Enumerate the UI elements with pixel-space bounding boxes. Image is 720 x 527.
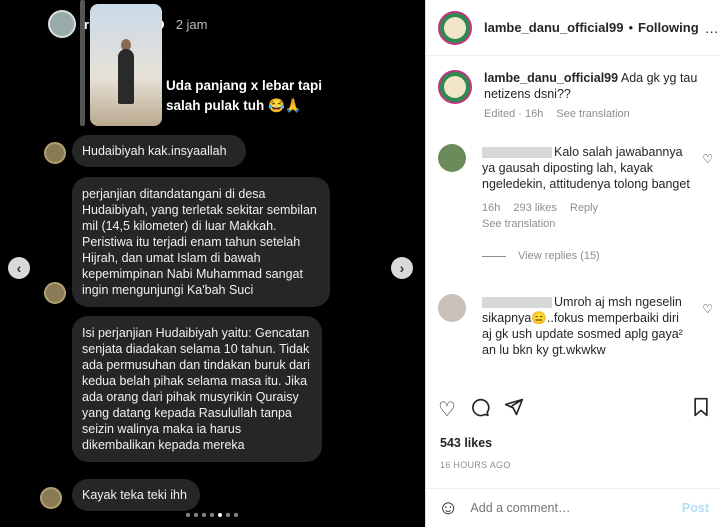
message-bubble: Kayak teka teki ihh <box>72 479 200 511</box>
caption-edited: Edited · 16h <box>484 108 544 120</box>
bookmark-icon[interactable] <box>692 397 710 423</box>
caption-username[interactable]: lambe_danu_official99 <box>484 71 618 85</box>
carousel-dot <box>210 513 214 517</box>
see-translation-link[interactable]: See translation <box>556 108 629 120</box>
caption-row: lambe_danu_official99 Ada gk yg tau neti… <box>438 70 713 120</box>
message-bubble: Hudaibiyah kak.insyaallah <box>72 135 246 167</box>
message-bubble: perjanjian ditandatangani di desa Hudaib… <box>72 177 330 307</box>
redacted-username <box>482 147 552 159</box>
comment-heart-icon[interactable]: ♡ <box>702 152 713 166</box>
add-comment-bar: ☺ Post <box>426 488 720 527</box>
story-thumbnail <box>90 4 162 126</box>
comment-input[interactable] <box>470 501 682 515</box>
sender-avatar <box>44 282 66 304</box>
comment-icon[interactable] <box>470 397 490 423</box>
sender-avatar <box>40 487 62 509</box>
replies-line <box>482 255 506 257</box>
caption-avatar[interactable] <box>438 70 472 104</box>
post-header: lambe_danu_official99 • Following … <box>426 0 720 56</box>
commenter-avatar[interactable] <box>438 144 466 172</box>
heart-icon[interactable]: ♡ <box>438 398 456 422</box>
carousel-dot <box>186 513 190 517</box>
likes-count[interactable]: 543 likes <box>440 436 492 450</box>
view-replies-button[interactable]: View replies (15) <box>482 250 692 262</box>
carousel-dot <box>226 513 230 517</box>
commenter-avatar[interactable] <box>438 294 466 322</box>
header-separator: • <box>628 20 634 35</box>
carousel-dot <box>194 513 198 517</box>
comment-body: Kalo salah jawabannya ya gausah dipostin… <box>482 144 692 262</box>
story-time: 2 jam <box>175 16 208 32</box>
story-avatar <box>48 10 76 38</box>
emoji-icon[interactable]: ☺ <box>438 497 458 520</box>
comment-heart-icon[interactable]: ♡ <box>702 302 713 316</box>
caption-body: lambe_danu_official99 Ada gk yg tau neti… <box>484 70 704 120</box>
reply-button[interactable]: Reply <box>570 202 598 214</box>
more-options-icon[interactable]: … <box>705 20 719 36</box>
action-bar: ♡ <box>438 396 710 424</box>
post-button[interactable]: Post <box>682 501 709 515</box>
previous-arrow-icon[interactable]: ‹ <box>8 257 30 279</box>
comment-item: Kalo salah jawabannya ya gausah dipostin… <box>438 144 713 274</box>
carousel-dots <box>186 513 238 517</box>
comments-panel: lambe_danu_official99 • Following … lamb… <box>425 0 720 527</box>
account-username[interactable]: lambe_danu_official99 <box>484 20 623 35</box>
sender-avatar <box>44 142 66 164</box>
carousel-dot <box>202 513 206 517</box>
carousel-dot <box>234 513 238 517</box>
thumbnail-person-body <box>118 49 134 104</box>
view-replies-label[interactable]: View replies (15) <box>518 250 600 262</box>
message-bubble: Isi perjanjian Hudaibiyah yaitu: Gencata… <box>72 316 322 462</box>
story-caption: Uda panjang x lebar tapi salah pulak tuh… <box>166 78 323 113</box>
post-age: 16 HOURS AGO <box>440 460 511 470</box>
next-arrow-icon[interactable]: › <box>391 257 413 279</box>
comment-body: Umroh aj msh ngeselin sikapnya😑..fokus m… <box>482 294 692 358</box>
post-media: rizkybillar 2 jam Uda panjang x lebar ta… <box>0 0 425 527</box>
comment-item: Umroh aj msh ngeselin sikapnya😑..fokus m… <box>438 294 713 384</box>
see-translation-link[interactable]: See translation <box>482 218 555 230</box>
comment-likes[interactable]: 293 likes <box>513 202 556 214</box>
redacted-username <box>482 297 552 309</box>
account-avatar[interactable] <box>438 10 472 45</box>
share-icon[interactable] <box>504 397 524 423</box>
carousel-dot-active <box>218 513 222 517</box>
following-button[interactable]: Following <box>638 20 699 35</box>
comment-time: 16h <box>482 202 501 214</box>
